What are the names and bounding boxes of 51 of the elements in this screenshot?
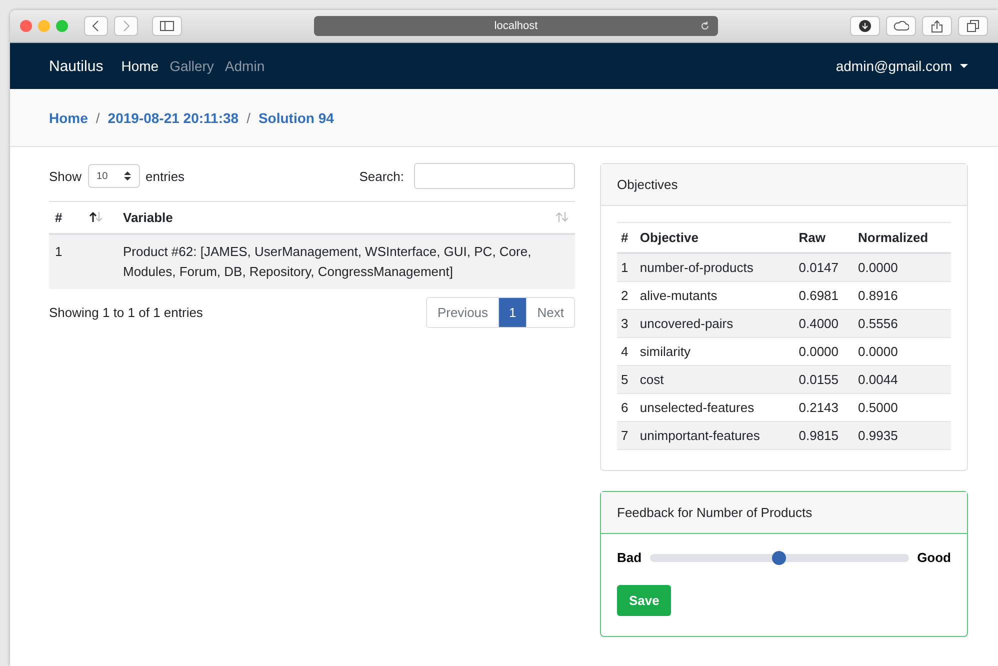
pagination-button[interactable]: 1 xyxy=(498,297,528,328)
user-menu[interactable]: admin@gmail.com xyxy=(836,58,968,74)
chevron-right-icon xyxy=(122,20,130,32)
breadcrumb-link[interactable]: 2019-08-21 20:11:38 xyxy=(108,110,239,126)
save-button[interactable]: Save xyxy=(617,585,672,616)
nav-link[interactable]: Admin xyxy=(224,58,265,74)
table-cell: 0.9935 xyxy=(854,422,951,450)
caret-icon xyxy=(960,64,968,68)
breadcrumb-link[interactable]: Solution 94 xyxy=(258,110,334,126)
back-button[interactable] xyxy=(84,16,108,36)
address-bar[interactable]: localhost xyxy=(314,16,718,36)
breadcrumb-link[interactable]: Home xyxy=(49,110,88,126)
slider-thumb[interactable] xyxy=(772,550,786,564)
tabs-icon xyxy=(967,20,979,32)
download-icon xyxy=(859,20,871,32)
slider-high-label: Good xyxy=(917,550,951,565)
cloud-icon xyxy=(893,21,909,31)
slider-low-label: Bad xyxy=(617,550,642,565)
pagination-button[interactable]: Previous xyxy=(426,297,500,328)
search-field[interactable] xyxy=(414,163,575,189)
search-label: Search: xyxy=(359,168,404,184)
breadcrumb-separator: / xyxy=(246,110,250,126)
card-title: Feedback for Number of Products xyxy=(601,492,967,534)
page-size-select[interactable]: 10 xyxy=(88,164,140,188)
share-icon xyxy=(931,20,943,32)
table-cell: 0.9815 xyxy=(794,422,854,450)
chevron-left-icon xyxy=(92,20,100,32)
table-info: Showing 1 to 1 of 1 entries xyxy=(49,305,203,320)
card-title: Objectives xyxy=(601,164,967,206)
breadcrumb-separator: / xyxy=(96,110,100,126)
nav-link[interactable]: Gallery xyxy=(170,58,214,74)
share-button[interactable] xyxy=(922,16,952,36)
table-cell: unimportant-features xyxy=(636,422,795,450)
show-label: Show xyxy=(49,168,82,184)
sort-icon xyxy=(555,212,569,222)
cloud-button[interactable] xyxy=(886,16,916,36)
download-button[interactable] xyxy=(850,16,880,36)
slider-track[interactable] xyxy=(650,554,910,562)
sidebar-icon xyxy=(160,21,174,31)
brand-name[interactable]: Nautilus xyxy=(49,58,104,74)
sort-ascending-icon xyxy=(89,212,103,222)
table-cell: Product #62: [JAMES, UserManagement, WSInterface, GUI, PC, Core, Modules, Forum, DB, Repository, CongressManagement] xyxy=(117,234,575,289)
nav-link[interactable]: Home xyxy=(121,58,159,74)
updown-icon xyxy=(124,171,131,181)
pagination-button[interactable]: Next xyxy=(526,297,575,328)
table-cell: 1 xyxy=(49,234,83,289)
entries-label: entries xyxy=(146,168,185,184)
reload-icon xyxy=(700,21,710,31)
table-cell: 7 xyxy=(617,422,636,450)
sidebar-button[interactable] xyxy=(152,16,182,36)
tabs-button[interactable] xyxy=(958,16,988,36)
